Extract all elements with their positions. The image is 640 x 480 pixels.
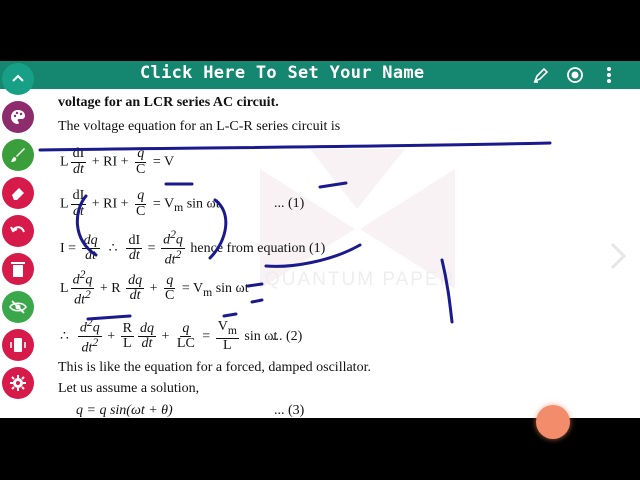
eq4-q: q [85,272,93,288]
eq3-sq2: 2 [175,248,182,262]
record-icon[interactable] [565,65,585,85]
eq4-m: m [203,285,213,299]
eq3-dt: dt [85,248,96,264]
eq1-L: L [60,154,69,170]
eq4-C: C [165,288,175,304]
eq5-R: R [120,320,134,338]
eq3-therefore: ∴ [108,241,118,257]
eq2-ri: + RI + [91,196,129,212]
eq1-ri: + RI + [91,154,129,170]
delete-icon[interactable] [2,253,34,285]
eq2-rhs: = V [152,196,175,212]
eq5-dq: dq [138,320,156,338]
eq4-L: L [60,281,69,297]
text-line-7: Let us assume a solution, [58,381,200,396]
eq1-den: dt [72,161,84,177]
eq3-dtsq: dt [164,253,176,268]
eq4-q2: q [164,272,176,290]
eq5-plus: + [107,329,116,345]
eq2-num: dI [70,188,87,205]
eq3-tail: hence from equation (1) [190,241,326,257]
eq4-sin: sin ωt [215,281,249,297]
eq5-m: m [227,324,237,338]
floating-action-button[interactable] [536,405,570,439]
text-line-6: This is like the equation for a forced, … [58,360,371,375]
document-page: QUANTUM PAPER voltage for an LCR series … [0,89,640,418]
equation-1: LdI dt + RI + qC = V [60,146,175,177]
intro-text: The voltage equation for an L-C-R series… [58,119,341,134]
eq4-d: d [72,272,80,288]
heading: voltage for an LCR series AC circuit. [58,95,279,110]
app-bar: Click Here To Set Your Name [0,61,640,89]
eq4-rhs: = V [181,281,204,297]
eq3-q: q [175,232,183,248]
eq5-sq2: 2 [92,336,99,350]
hide-icon[interactable] [2,291,34,323]
vibrate-icon[interactable] [2,329,34,361]
eq4-dq: dq [126,272,145,290]
palette-icon[interactable] [2,101,34,133]
top-black-band [0,0,640,61]
eq1-C: C [136,161,146,177]
eq2-ref: ... (1) [274,196,305,211]
eq3-d: d [163,232,171,248]
eq5-eq: = [202,329,211,345]
eq2-sin: sin ωt [186,196,220,212]
settings-icon[interactable] [2,367,34,399]
eq4-sq2: 2 [85,288,91,302]
eq3-dq: dq [81,232,100,250]
next-page-chevron-icon[interactable] [608,240,628,272]
eq3-eq: = [147,241,156,257]
eq5-L2: L [223,337,232,353]
equation-5: ∴ d2q dt2 + R Ldq dt + q LC = Vm L sin ωt [60,316,277,357]
eq2-L: L [60,196,69,212]
eraser-icon[interactable] [2,177,34,209]
pen-icon[interactable] [531,65,551,85]
eq2-C: C [136,203,146,219]
eq3-dI: dI [126,232,143,250]
set-name-button[interactable]: Click Here To Set Your Name [140,63,424,83]
eq5-LC: LC [176,336,195,352]
eq3-ref: ... (3) [274,403,305,418]
text-line-8: q = q sin(ωt + θ) [76,403,173,418]
eq1-q: q [135,146,147,163]
eq5-q: q [92,320,100,336]
watermark-text: QUANTUM PAPER [265,269,456,290]
eq5-q2: q [180,320,192,338]
brush-icon[interactable] [2,139,34,171]
drawing-toolbar [0,61,36,401]
collapse-up-icon[interactable] [2,63,34,95]
eq5-dt: dt [81,341,93,356]
eq5-V: V [217,319,228,335]
eq1-rhs: = V [152,154,175,170]
equation-4: Ld2q dt2 + R dq dt + qC = Vm sin ωt [60,268,249,309]
eq5-dt1: dt [141,336,153,352]
eq2-q: q [135,188,147,205]
eq5-L: L [123,336,132,352]
eq2-den: dt [72,203,84,219]
eq5-d: d [79,320,87,336]
eq4-r: + R [99,281,121,297]
eq2-m: m [174,201,184,215]
undo-icon[interactable] [2,215,34,247]
equation-3: I = dq dt ∴ dI dt = d2q dt2 hence from equa… [60,228,326,269]
eq3-I: I = [60,241,77,257]
eq1-num: dI [70,146,87,163]
equation-2: LdI dt + RI + qC = Vm sin ωt [60,188,220,219]
eq4-dt1: dt [129,288,141,304]
more-vert-icon[interactable] [599,65,619,85]
eq4-plus: + [149,281,158,297]
eq5-plus2: + [161,329,170,345]
eq5-ref: ... (2) [272,329,303,344]
eq5-therefore: ∴ [60,329,69,345]
eq3-dt2: dt [128,248,140,264]
eq4-dt: dt [74,293,85,308]
